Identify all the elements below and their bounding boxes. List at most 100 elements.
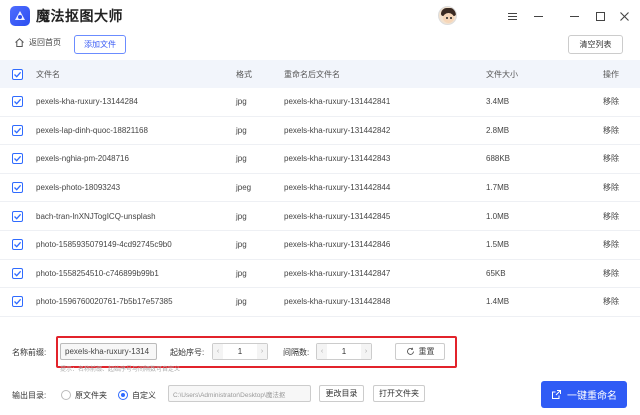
remove-button[interactable]: 移除 <box>603 153 619 164</box>
header-name: 文件名 <box>36 69 60 79</box>
cell-new-name: pexels-kha-ruxury-131442845 <box>284 211 391 221</box>
interval-value: 1 <box>341 347 347 356</box>
row-checkbox[interactable] <box>12 182 23 194</box>
app-logo-icon <box>10 6 30 26</box>
table-row: photo-1558254510-c746899b99b1 jpg pexels-k… <box>0 260 640 289</box>
reset-button[interactable]: 重置 <box>395 343 445 360</box>
cell-new-name: pexels-kha-ruxury-131442843 <box>284 154 391 164</box>
start-number-label: 起始序号: <box>170 348 205 357</box>
row-checkbox[interactable] <box>12 296 23 308</box>
start-number-stepper[interactable]: ‹ 1 › <box>212 343 268 360</box>
increment-icon[interactable]: › <box>360 344 371 359</box>
header-format: 格式 <box>236 69 252 79</box>
export-icon <box>552 390 561 399</box>
output-dir-label: 输出目录: <box>12 391 47 400</box>
reset-label: 重置 <box>418 347 435 356</box>
remove-button[interactable]: 移除 <box>603 268 619 279</box>
header-size: 文件大小 <box>486 69 518 79</box>
cell-new-name: pexels-kha-ruxury-131442847 <box>284 268 391 278</box>
remove-button[interactable]: 移除 <box>603 125 619 136</box>
cell-file-name: photo-1596760020761-7b5b17e57385 <box>36 297 173 307</box>
cell-format: jpg <box>236 211 247 221</box>
file-table: 文件名 格式 重命名后文件名 文件大小 操作 pexels-kha-ruxury… <box>0 60 640 317</box>
remove-button[interactable]: 移除 <box>603 296 619 307</box>
cell-size: 2.8MB <box>486 125 510 135</box>
minimize-icon-2[interactable] <box>566 8 582 24</box>
rename-all-label: 一键重命名 <box>567 391 617 402</box>
change-dir-button[interactable]: 更改目录 <box>319 385 364 402</box>
user-avatar[interactable] <box>438 6 457 25</box>
radio-custom-folder[interactable] <box>118 390 128 400</box>
original-folder-label: 原文件夹 <box>75 391 107 400</box>
remove-button[interactable]: 移除 <box>603 239 619 250</box>
cell-file-name: photo-1558254510-c746899b99b1 <box>36 268 159 278</box>
row-checkbox[interactable] <box>12 124 23 136</box>
cell-new-name: pexels-kha-ruxury-131442844 <box>284 183 391 193</box>
radio-original-folder[interactable] <box>61 390 71 400</box>
header-new-name: 重命名后文件名 <box>284 69 340 79</box>
remove-button[interactable]: 移除 <box>603 211 619 222</box>
add-file-button[interactable]: 添加文件 <box>74 35 126 54</box>
hamburger-menu-icon[interactable] <box>504 8 520 24</box>
decrement-icon[interactable]: ‹ <box>317 344 327 359</box>
remove-button[interactable]: 移除 <box>603 96 619 107</box>
toolbar: 返回首页 添加文件 清空列表 <box>0 33 640 59</box>
select-all-checkbox[interactable] <box>12 68 23 80</box>
cell-file-name: pexels-kha-ruxury-13144284 <box>36 97 138 107</box>
settings-hint: 提示：名称前缀、起始序号与间隔数可自定义 <box>60 367 181 373</box>
refresh-icon <box>406 347 414 355</box>
cell-size: 1.7MB <box>486 183 510 193</box>
table-row: photo-1585935079149-4cd92745c9b0 jpg pexel… <box>0 231 640 260</box>
cell-file-name: bach-tran-lnXNJTogICQ-unsplash <box>36 211 156 221</box>
cell-size: 1.5MB <box>486 240 510 250</box>
cell-size: 688KB <box>486 154 511 164</box>
clear-list-button[interactable]: 清空列表 <box>568 35 623 54</box>
table-row: pexels-nghia-pm-2048716 jpg pexels-kha-rux… <box>0 145 640 174</box>
output-path-input[interactable]: C:\Users\Administrator\Desktop\魔法抠 <box>168 385 311 402</box>
cell-new-name: pexels-kha-ruxury-131442846 <box>284 240 391 250</box>
table-row: pexels-photo-18093243 jpeg pexels-kha-ruxu… <box>0 174 640 203</box>
maximize-icon[interactable] <box>592 8 608 24</box>
cell-file-name: pexels-nghia-pm-2048716 <box>36 154 129 164</box>
remove-button[interactable]: 移除 <box>603 182 619 193</box>
row-checkbox[interactable] <box>12 239 23 251</box>
row-checkbox[interactable] <box>12 267 23 279</box>
interval-label: 间隔数: <box>283 348 310 357</box>
close-icon[interactable] <box>616 8 632 24</box>
cell-format: jpg <box>236 240 247 250</box>
open-folder-button[interactable]: 打开文件夹 <box>373 385 425 402</box>
interval-stepper[interactable]: ‹ 1 › <box>316 343 372 360</box>
back-home-button[interactable]: 返回首页 <box>14 37 61 48</box>
table-row: pexels-lap-dinh-quoc-18821168 jpg pexels-k… <box>0 117 640 146</box>
cell-size: 1.0MB <box>486 211 510 221</box>
cell-new-name: pexels-kha-ruxury-131442848 <box>284 297 391 307</box>
row-checkbox[interactable] <box>12 96 23 108</box>
cell-size: 65KB <box>486 268 506 278</box>
prefix-label: 名称前缀: <box>12 348 47 357</box>
header-op: 操作 <box>603 69 619 79</box>
table-row: photo-1596760020761-7b5b17e57385 jpg pexel… <box>0 288 640 317</box>
cell-file-name: photo-1585935079149-4cd92745c9b0 <box>36 240 172 250</box>
app-title: 魔法抠图大师 <box>36 8 123 24</box>
table-row: pexels-kha-ruxury-13144284 jpg pexels-kha-… <box>0 88 640 117</box>
home-icon <box>15 38 24 47</box>
table-header: 文件名 格式 重命名后文件名 文件大小 操作 <box>0 60 640 88</box>
increment-icon[interactable]: › <box>256 344 267 359</box>
cell-format: jpeg <box>236 183 252 193</box>
row-checkbox[interactable] <box>12 153 23 165</box>
prefix-input[interactable]: pexels-kha-ruxury-1314 <box>60 343 157 360</box>
start-number-value: 1 <box>237 347 243 356</box>
rename-all-button[interactable]: 一键重命名 <box>541 381 627 408</box>
cell-new-name: pexels-kha-ruxury-131442841 <box>284 97 391 107</box>
table-row: bach-tran-lnXNJTogICQ-unsplash jpg pexels-… <box>0 202 640 231</box>
custom-folder-label: 自定义 <box>132 391 156 400</box>
minimize-icon[interactable] <box>530 8 546 24</box>
decrement-icon[interactable]: ‹ <box>213 344 223 359</box>
back-home-label: 返回首页 <box>29 38 61 47</box>
cell-new-name: pexels-kha-ruxury-131442842 <box>284 125 391 135</box>
cell-file-name: pexels-photo-18093243 <box>36 183 121 193</box>
cell-format: jpg <box>236 154 247 164</box>
cell-size: 1.4MB <box>486 297 510 307</box>
cell-format: jpg <box>236 297 247 307</box>
row-checkbox[interactable] <box>12 210 23 222</box>
